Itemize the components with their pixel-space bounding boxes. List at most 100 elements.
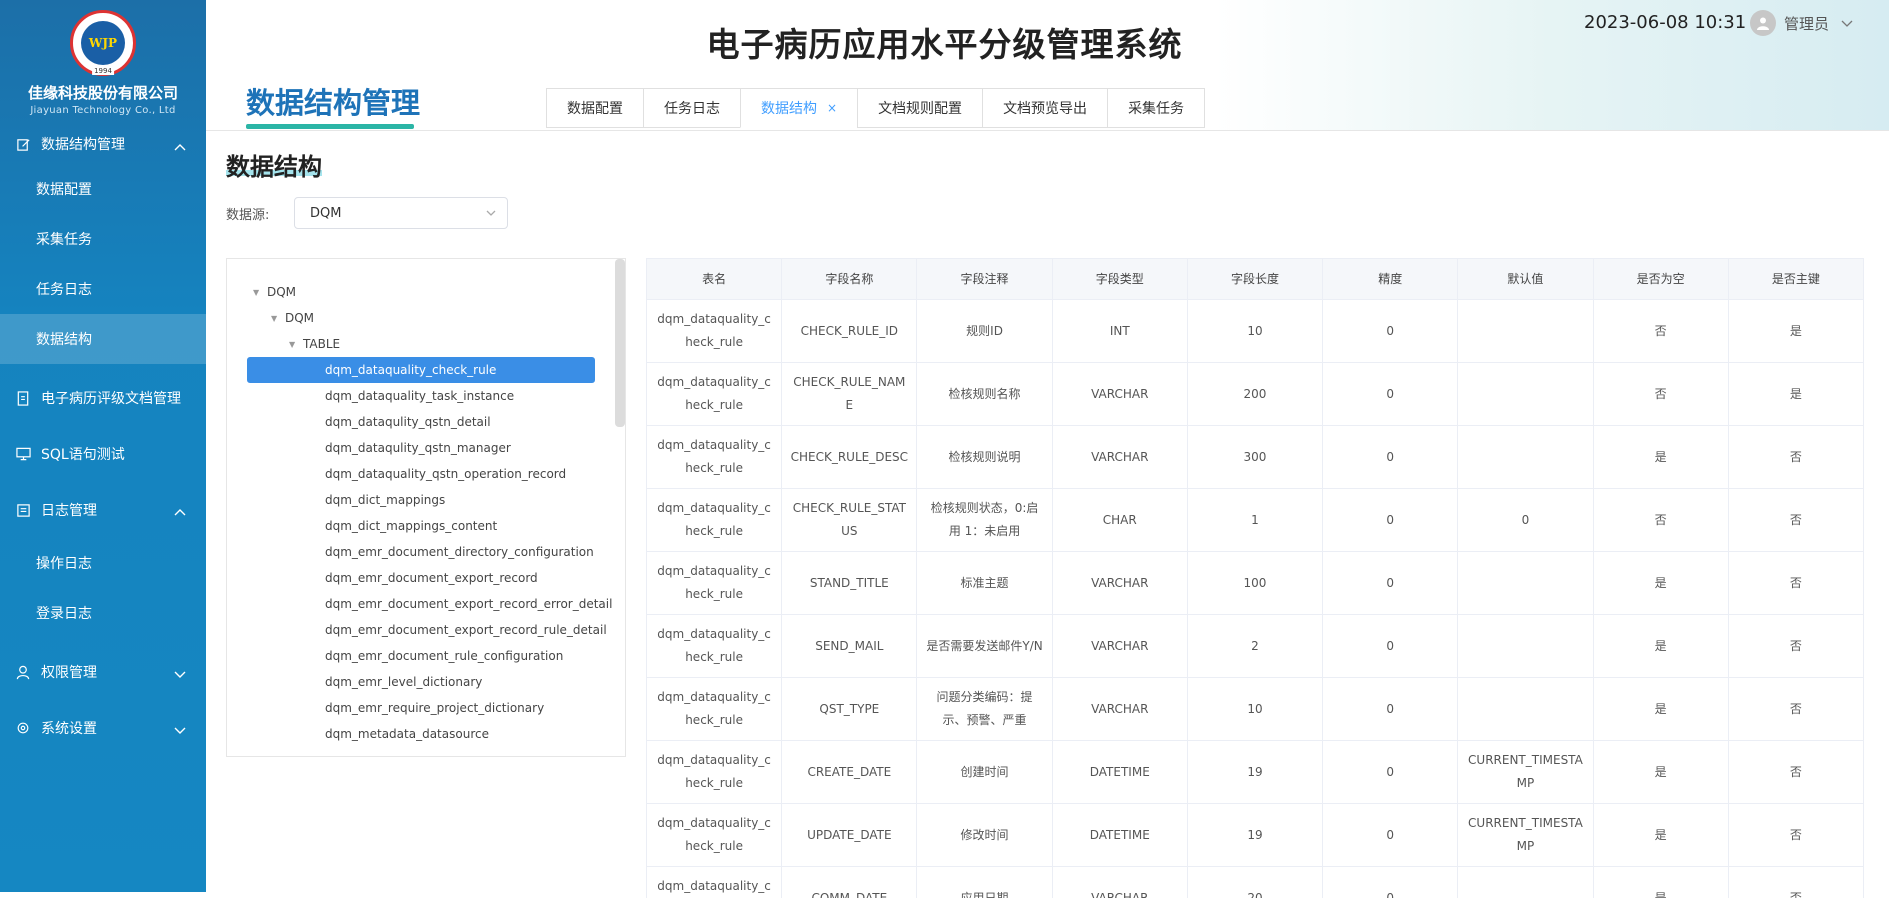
menu-log-mgmt[interactable]: 日志管理 (0, 482, 206, 538)
table-row[interactable]: dqm_dataquality_check_ruleCHECK_RULE_STA… (647, 489, 1864, 552)
tab-doc-preview-export[interactable]: 文档预览导出 (982, 88, 1107, 128)
tab-label: 文档预览导出 (1003, 98, 1087, 118)
table-cell: VARCHAR (1052, 678, 1187, 741)
sidebar-item-login-log[interactable]: 登录日志 (0, 588, 206, 638)
tree-node-table[interactable]: dqm_emr_document_export_record_rule_deta… (325, 617, 607, 643)
menu-sql-test[interactable]: SQL语句测试 (0, 426, 206, 482)
company-name-cn: 佳缘科技股份有限公司 (0, 82, 206, 103)
sidebar-item-task-log[interactable]: 任务日志 (0, 264, 206, 314)
field-table: 表名 字段名称 字段注释 字段类型 字段长度 精度 默认值 是否为空 是否主键 … (646, 258, 1864, 898)
sidebar-item-collect-task[interactable]: 采集任务 (0, 214, 206, 264)
close-icon[interactable]: × (827, 101, 837, 115)
user-menu[interactable]: 管理员 (1750, 10, 1853, 36)
tree-node-table[interactable]: dqm_emr_document_export_record_error_det… (325, 591, 612, 617)
table-cell: 否 (1728, 867, 1863, 898)
table-cell: dqm_dataquality_check_rule (647, 300, 782, 363)
tree-scrollbar[interactable] (615, 259, 625, 427)
table-cell: 否 (1728, 552, 1863, 615)
tree-node-table[interactable]: dqm_dataquality_qstn_operation_record (325, 461, 566, 487)
sidebar-item-data-config[interactable]: 数据配置 (0, 164, 206, 214)
tree-node-table[interactable]: dqm_dataqulity_qstn_detail (325, 409, 491, 435)
datetime: 2023-06-08 10:31 (1584, 12, 1746, 33)
table-cell: 检核规则状态，0:启用 1：未启用 (917, 489, 1052, 552)
table-cell: 否 (1728, 489, 1863, 552)
table-row[interactable]: dqm_dataquality_check_ruleCHECK_RULE_NAM… (647, 363, 1864, 426)
table-cell: 0 (1323, 300, 1458, 363)
tab-label: 数据结构 (761, 98, 817, 118)
table-cell (1458, 363, 1593, 426)
datasource-select[interactable]: DQM (294, 197, 508, 229)
tree-node-table[interactable]: dqm_dataquality_task_instance (325, 383, 514, 409)
menu-data-struct-mgmt[interactable]: 数据结构管理 (0, 124, 206, 164)
table-cell: 检核规则说明 (917, 426, 1052, 489)
tree-node-table[interactable]: dqm_emr_document_export_record (325, 565, 538, 591)
tree-node-table[interactable]: dqm_emr_level_dictionary (325, 669, 482, 695)
tree-node-table[interactable]: dqm_dict_mappings_content (325, 513, 497, 539)
table-row[interactable]: dqm_dataquality_check_ruleQST_TYPE问题分类编码… (647, 678, 1864, 741)
table-cell: 否 (1593, 489, 1728, 552)
table-row[interactable]: dqm_dataquality_check_ruleCREATE_DATE创建时… (647, 741, 1864, 804)
table-cell: 否 (1593, 363, 1728, 426)
table-row[interactable]: dqm_dataquality_check_ruleUPDATE_DATE修改时… (647, 804, 1864, 867)
table-row[interactable]: dqm_dataquality_check_ruleSEND_MAIL是否需要发… (647, 615, 1864, 678)
table-row[interactable]: dqm_dataquality_check_ruleSTAND_TITLE标准主… (647, 552, 1864, 615)
table-cell: 是否需要发送邮件Y/N (917, 615, 1052, 678)
tree-node-table[interactable]: dqm_emr_require_project_dictionary (325, 695, 544, 721)
table-row[interactable]: dqm_dataquality_check_ruleCHECK_RULE_ID规… (647, 300, 1864, 363)
user-icon (15, 664, 31, 680)
menu-label: 系统设置 (41, 718, 97, 738)
table-row[interactable]: dqm_dataquality_check_ruleCOMM_DATE应用日期V… (647, 867, 1864, 898)
tab-data-struct[interactable]: 数据结构 × (740, 88, 857, 128)
tree-node-table-group[interactable]: ▼TABLE (289, 331, 340, 357)
tree-node-label: dqm_emr_document_export_record (325, 571, 538, 585)
tree-node-schema[interactable]: ▼DQM (271, 305, 314, 331)
tree-node-table-selected[interactable]: dqm_dataquality_check_rule (247, 357, 595, 383)
chevron-up-icon (174, 504, 186, 520)
tab-label: 文档规则配置 (878, 98, 962, 118)
menu-settings[interactable]: 系统设置 (0, 700, 206, 756)
tree-node-table[interactable]: dqm_emr_document_rule_configuration (325, 643, 563, 669)
tab-collect-task[interactable]: 采集任务 (1107, 88, 1205, 128)
column-header: 默认值 (1458, 259, 1593, 300)
table-cell: 否 (1728, 678, 1863, 741)
tree-node-label: dqm_emr_require_project_dictionary (325, 701, 544, 715)
table-cell: 1 (1187, 489, 1322, 552)
table-cell: 修改时间 (917, 804, 1052, 867)
sidebar-item-data-struct[interactable]: 数据结构 (0, 314, 206, 364)
table-cell: CHAR (1052, 489, 1187, 552)
tree-node-root[interactable]: ▼DQM (253, 279, 296, 305)
tab-doc-rule-config[interactable]: 文档规则配置 (857, 88, 982, 128)
menu-label: 权限管理 (41, 662, 97, 682)
table-cell: 否 (1728, 426, 1863, 489)
menu-permission[interactable]: 权限管理 (0, 644, 206, 700)
tree-node-label: dqm_emr_document_export_record_error_det… (325, 597, 612, 611)
tree-node-table[interactable]: dqm_emr_document_directory_configuration (325, 539, 594, 565)
tree-node-label: dqm_metadata_datasource (325, 727, 489, 741)
tree-node-table[interactable]: dqm_dataqulity_qstn_manager (325, 435, 511, 461)
tab-task-log[interactable]: 任务日志 (643, 88, 740, 128)
chevron-down-icon (174, 667, 186, 683)
tree-node-table[interactable]: dqm_metadata_datasource (325, 721, 489, 747)
table-row[interactable]: dqm_dataquality_check_ruleCHECK_RULE_DES… (647, 426, 1864, 489)
table-cell: 0 (1323, 426, 1458, 489)
table-cell: COMM_DATE (782, 867, 917, 898)
table-cell: 20 (1187, 867, 1322, 898)
table-cell (1458, 615, 1593, 678)
tree-node-table[interactable]: dqm_dict_mappings (325, 487, 445, 513)
menu-emr-docs[interactable]: 电子病历评级文档管理 (0, 370, 206, 426)
tree-node-label: DQM (285, 311, 314, 325)
tab-data-config[interactable]: 数据配置 (546, 88, 643, 128)
tree-node-label: dqm_dataqulity_qstn_manager (325, 441, 511, 455)
tree-node-label: dqm_emr_document_directory_configuration (325, 545, 594, 559)
table-cell: 0 (1323, 489, 1458, 552)
table-cell: 是 (1593, 741, 1728, 804)
section-title: 数据结构 (226, 147, 322, 182)
table-cell: dqm_dataquality_check_rule (647, 867, 782, 898)
table-cell: 10 (1187, 678, 1322, 741)
table-cell: 200 (1187, 363, 1322, 426)
tree-panel: ▼DQM ▼DQM ▼TABLE dqm_dataquality_check_r… (226, 258, 626, 757)
sidebar-item-op-log[interactable]: 操作日志 (0, 538, 206, 588)
field-table-container: 表名 字段名称 字段注释 字段类型 字段长度 精度 默认值 是否为空 是否主键 … (646, 258, 1864, 898)
table-cell: 规则ID (917, 300, 1052, 363)
column-header: 精度 (1323, 259, 1458, 300)
